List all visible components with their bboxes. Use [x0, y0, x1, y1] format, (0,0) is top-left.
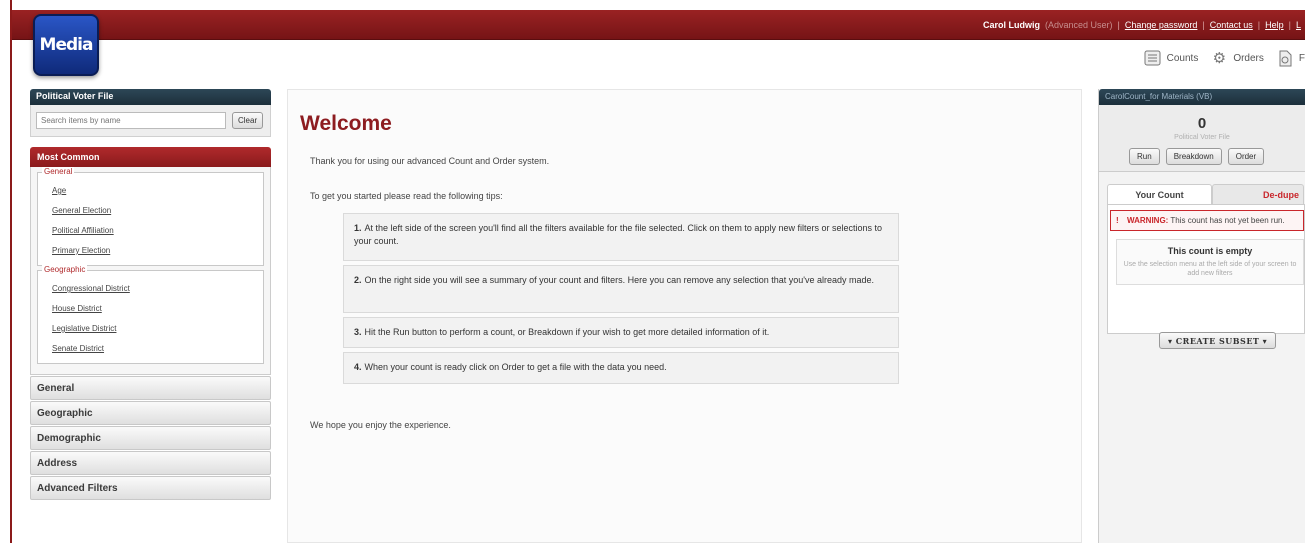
filter-political-affiliation[interactable]: Political Affiliation: [52, 221, 255, 241]
change-password-link[interactable]: Change password: [1125, 20, 1198, 30]
filter-primary-election[interactable]: Primary Election: [52, 241, 255, 261]
group-legend: General: [42, 167, 75, 176]
most-common-body: General Age General Election Political A…: [30, 167, 271, 375]
files-button[interactable]: F: [1276, 49, 1305, 67]
page-title: Welcome: [300, 112, 392, 135]
tab-dedupe[interactable]: De-dupe: [1212, 184, 1304, 204]
tip-number: 4.: [354, 362, 362, 372]
user-name: Carol Ludwig: [982, 20, 1040, 30]
run-button[interactable]: Run: [1129, 148, 1160, 165]
filter-search-input[interactable]: [36, 112, 226, 129]
count-actions: Run Breakdown Order: [1099, 141, 1305, 165]
file-title: Political Voter File: [30, 89, 271, 105]
order-button[interactable]: Order: [1227, 148, 1265, 165]
left-edge-rule: [0, 0, 12, 543]
filter-panel: Political Voter File Clear Most Common G…: [30, 89, 271, 500]
filter-legislative-district[interactable]: Legislative District: [52, 319, 255, 339]
geographic-group: Geographic Congressional District House …: [37, 265, 264, 364]
empty-count-box: This count is empty Use the selection me…: [1116, 239, 1304, 285]
count-box: 0 Political Voter File Run Breakdown Ord…: [1099, 105, 1305, 172]
top-bar: Carol Ludwig (Advanced User) | Change pa…: [12, 10, 1305, 40]
accordion-demographic[interactable]: Demographic: [30, 426, 271, 450]
group-legend: Geographic: [42, 265, 88, 274]
tip-number: 3.: [354, 327, 362, 337]
welcome-panel: Welcome Thank you for using our advanced…: [287, 89, 1082, 543]
count-tabs: Your Count De-dupe: [1099, 184, 1305, 204]
count-source: Political Voter File: [1174, 134, 1230, 141]
count-value: 0: [1197, 115, 1207, 132]
user-role: (Advanced User): [1044, 20, 1113, 30]
tip-text: Hit the Run button to perform a count, o…: [364, 327, 770, 337]
create-subset-button[interactable]: ▾ CREATE SUBSET ▾: [1159, 332, 1277, 349]
tip-item: 3. Hit the Run button to perform a count,…: [343, 317, 899, 348]
tip-number: 1.: [354, 223, 362, 233]
media-logo[interactable]: Media: [33, 14, 99, 76]
empty-title: This count is empty: [1167, 246, 1253, 256]
warning-label: WARNING:: [1127, 216, 1169, 225]
empty-description: Use the selection menu at the left side …: [1123, 261, 1297, 277]
tip-text: At the left side of the screen you'll fi…: [354, 223, 882, 246]
files-label: F: [1298, 52, 1305, 64]
gear-icon: ⚙: [1212, 50, 1227, 67]
tips-list: 1. At the left side of the screen you'll …: [343, 213, 899, 388]
most-common-header[interactable]: Most Common: [30, 147, 271, 167]
count-summary-panel: CarolCount_for Materials (VB) 0 Politica…: [1098, 89, 1305, 543]
orders-label: Orders: [1233, 52, 1264, 64]
filter-general-election[interactable]: General Election: [52, 201, 255, 221]
outro-text: We hope you enjoy the experience.: [310, 420, 451, 430]
counts-button[interactable]: Counts: [1144, 49, 1199, 67]
file-icon: [1276, 49, 1294, 67]
accordion-geographic[interactable]: Geographic: [30, 401, 271, 425]
filter-senate-district[interactable]: Senate District: [52, 339, 255, 359]
tips-intro-text: To get you started please read the follo…: [310, 191, 503, 201]
accordion-advanced-filters[interactable]: Advanced Filters: [30, 476, 271, 500]
counts-label: Counts: [1166, 52, 1199, 64]
counts-icon: [1144, 49, 1162, 67]
tip-text: When your count is ready click on Order …: [364, 362, 667, 372]
main-toolbar: Counts ⚙ Orders F: [1144, 46, 1305, 70]
general-group: General Age General Election Political A…: [37, 167, 264, 266]
orders-button[interactable]: ⚙ Orders: [1210, 49, 1264, 67]
warning-icon: !: [1116, 216, 1119, 225]
intro-text: Thank you for using our advanced Count a…: [310, 156, 550, 166]
count-name: CarolCount_for Materials (VB): [1099, 89, 1305, 105]
tip-item: 1. At the left side of the screen you'll …: [343, 213, 899, 261]
accordion-address[interactable]: Address: [30, 451, 271, 475]
user-links: Carol Ludwig (Advanced User) | Change pa…: [982, 20, 1301, 30]
tip-item: 2. On the right side you will see a summa…: [343, 265, 899, 313]
tip-item: 4. When your count is ready click on Orde…: [343, 352, 899, 384]
filter-congressional-district[interactable]: Congressional District: [52, 279, 255, 299]
breakdown-button[interactable]: Breakdown: [1165, 148, 1222, 165]
clear-button[interactable]: Clear: [232, 112, 264, 129]
your-count-body: ! WARNING: This count has not yet been r…: [1107, 204, 1305, 334]
filter-search-row: Clear: [30, 105, 271, 137]
warning-message: ! WARNING: This count has not yet been r…: [1110, 210, 1304, 231]
filter-age[interactable]: Age: [52, 181, 255, 201]
help-link[interactable]: Help: [1265, 20, 1284, 30]
contact-us-link[interactable]: Contact us: [1210, 20, 1253, 30]
warning-text: This count has not yet been run.: [1170, 216, 1285, 225]
logout-link[interactable]: L: [1296, 20, 1301, 30]
tab-your-count[interactable]: Your Count: [1107, 184, 1212, 204]
accordion-general[interactable]: General: [30, 376, 271, 400]
tip-number: 2.: [354, 275, 362, 285]
filter-house-district[interactable]: House District: [52, 299, 255, 319]
tip-text: On the right side you will see a summary…: [364, 275, 874, 285]
logo-text: Media: [39, 35, 94, 55]
